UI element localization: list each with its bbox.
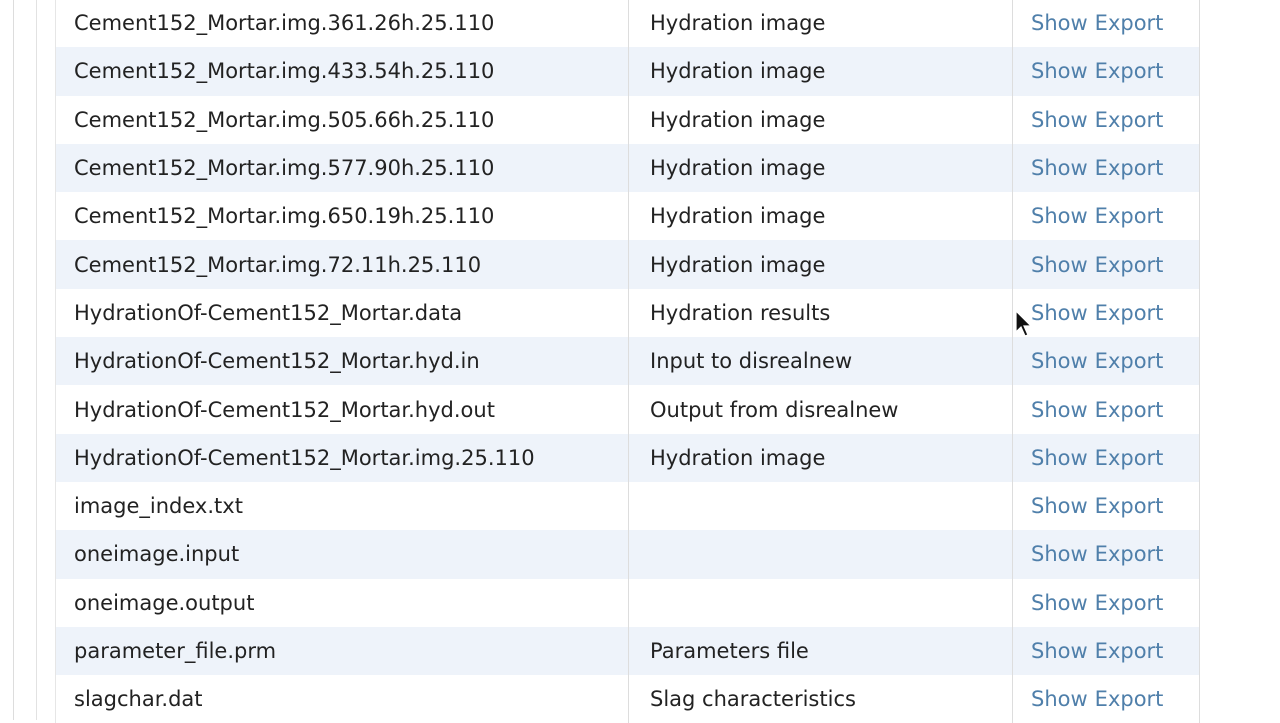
file-name: oneimage.output (56, 578, 629, 627)
show-link[interactable]: Show (1031, 591, 1088, 615)
actions: Show Export (1013, 337, 1163, 385)
actions: Show Export (1013, 675, 1163, 723)
export-link[interactable]: Export (1095, 108, 1164, 132)
file-description: Slag characteristics (629, 675, 1013, 723)
file-description (629, 530, 1013, 579)
actions: Show Export (1013, 192, 1163, 240)
actions: Show Export (1013, 530, 1163, 578)
show-link[interactable]: Show (1031, 253, 1088, 277)
file-description: Hydration results (629, 288, 1013, 338)
export-link[interactable]: Export (1095, 687, 1164, 711)
show-link[interactable]: Show (1031, 639, 1088, 663)
file-name: HydrationOf-Cement152_Mortar.img.25.110 (56, 433, 629, 482)
file-description: Input to disrealnew (629, 337, 1013, 386)
export-link[interactable]: Export (1095, 542, 1164, 566)
file-description: Output from disrealnew (629, 385, 1013, 434)
table-row: HydrationOf-Cement152_Mortar.img.25.110 … (56, 433, 1199, 482)
export-link[interactable]: Export (1095, 446, 1164, 470)
export-link[interactable]: Export (1095, 398, 1164, 422)
table-row: Cement152_Mortar.img.433.54h.25.110 Hydr… (56, 47, 1199, 96)
file-description: Hydration image (629, 143, 1013, 193)
export-link[interactable]: Export (1095, 591, 1164, 615)
file-name: HydrationOf-Cement152_Mortar.data (56, 288, 629, 338)
mouse-cursor-icon (1015, 310, 1033, 337)
export-link[interactable]: Export (1095, 253, 1164, 277)
actions: Show Export (1013, 240, 1163, 288)
file-description: Hydration image (629, 0, 1013, 48)
show-link[interactable]: Show (1031, 11, 1088, 35)
show-link[interactable]: Show (1031, 542, 1088, 566)
show-link[interactable]: Show (1031, 446, 1088, 470)
actions: Show Export (1013, 434, 1163, 482)
export-link[interactable]: Export (1095, 494, 1164, 518)
show-link[interactable]: Show (1031, 398, 1088, 422)
file-name: parameter_file.prm (56, 626, 629, 676)
file-description: Hydration image (629, 240, 1013, 289)
show-link[interactable]: Show (1031, 349, 1088, 373)
actions: Show Export (1013, 144, 1163, 192)
file-name: HydrationOf-Cement152_Mortar.hyd.in (56, 337, 629, 386)
actions: Show Export (1013, 627, 1163, 675)
show-link[interactable]: Show (1031, 494, 1088, 518)
file-name: image_index.txt (56, 481, 629, 531)
table-row: Cement152_Mortar.img.650.19h.25.110 Hydr… (56, 192, 1199, 241)
file-name: oneimage.input (56, 530, 629, 579)
files-table: Cement152_Mortar.img.361.26h.25.110 Hydr… (55, 0, 1200, 723)
table-row: parameter_file.prm Parameters file Show E… (56, 626, 1199, 676)
show-link[interactable]: Show (1031, 301, 1088, 325)
table-row: HydrationOf-Cement152_Mortar.hyd.out Out… (56, 385, 1199, 434)
file-name: Cement152_Mortar.img.505.66h.25.110 (56, 95, 629, 144)
export-link[interactable]: Export (1095, 156, 1164, 180)
actions: Show Export (1013, 579, 1163, 627)
file-description: Hydration image (629, 47, 1013, 96)
file-name: Cement152_Mortar.img.577.90h.25.110 (56, 143, 629, 193)
file-name: Cement152_Mortar.img.361.26h.25.110 (56, 0, 629, 48)
export-link[interactable]: Export (1095, 301, 1164, 325)
table-row: Cement152_Mortar.img.72.11h.25.110 Hydra… (56, 240, 1199, 289)
file-description: Hydration image (629, 95, 1013, 144)
table-row: Cement152_Mortar.img.577.90h.25.110 Hydr… (56, 143, 1199, 193)
actions: Show Export (1013, 482, 1163, 530)
show-link[interactable]: Show (1031, 687, 1088, 711)
table-row: oneimage.input Show Export (56, 530, 1199, 579)
table-row: Cement152_Mortar.img.505.66h.25.110 Hydr… (56, 95, 1199, 144)
show-link[interactable]: Show (1031, 156, 1088, 180)
file-name: slagchar.dat (56, 675, 629, 723)
actions: Show Export (1013, 289, 1163, 337)
actions: Show Export (1013, 385, 1163, 433)
file-name: HydrationOf-Cement152_Mortar.hyd.out (56, 385, 629, 434)
actions: Show Export (1013, 47, 1163, 95)
actions: Show Export (1013, 0, 1163, 47)
table-row: slagchar.dat Slag characteristics Show Ex… (56, 675, 1199, 723)
file-description (629, 578, 1013, 627)
file-name: Cement152_Mortar.img.72.11h.25.110 (56, 240, 629, 289)
file-description: Hydration image (629, 433, 1013, 482)
export-link[interactable]: Export (1095, 11, 1164, 35)
table-row: HydrationOf-Cement152_Mortar.hyd.in Inpu… (56, 337, 1199, 386)
file-description: Hydration image (629, 192, 1013, 241)
file-name: Cement152_Mortar.img.650.19h.25.110 (56, 192, 629, 241)
actions: Show Export (1013, 96, 1163, 144)
file-description: Parameters file (629, 626, 1013, 676)
export-link[interactable]: Export (1095, 204, 1164, 228)
file-description (629, 481, 1013, 531)
table-row: oneimage.output Show Export (56, 578, 1199, 627)
table-row: image_index.txt Show Export (56, 481, 1199, 531)
show-link[interactable]: Show (1031, 108, 1088, 132)
show-link[interactable]: Show (1031, 204, 1088, 228)
file-name: Cement152_Mortar.img.433.54h.25.110 (56, 47, 629, 96)
table-row: Cement152_Mortar.img.361.26h.25.110 Hydr… (56, 0, 1199, 48)
export-link[interactable]: Export (1095, 349, 1164, 373)
page-frame (13, 0, 37, 720)
export-link[interactable]: Export (1095, 59, 1164, 83)
export-link[interactable]: Export (1095, 639, 1164, 663)
show-link[interactable]: Show (1031, 59, 1088, 83)
